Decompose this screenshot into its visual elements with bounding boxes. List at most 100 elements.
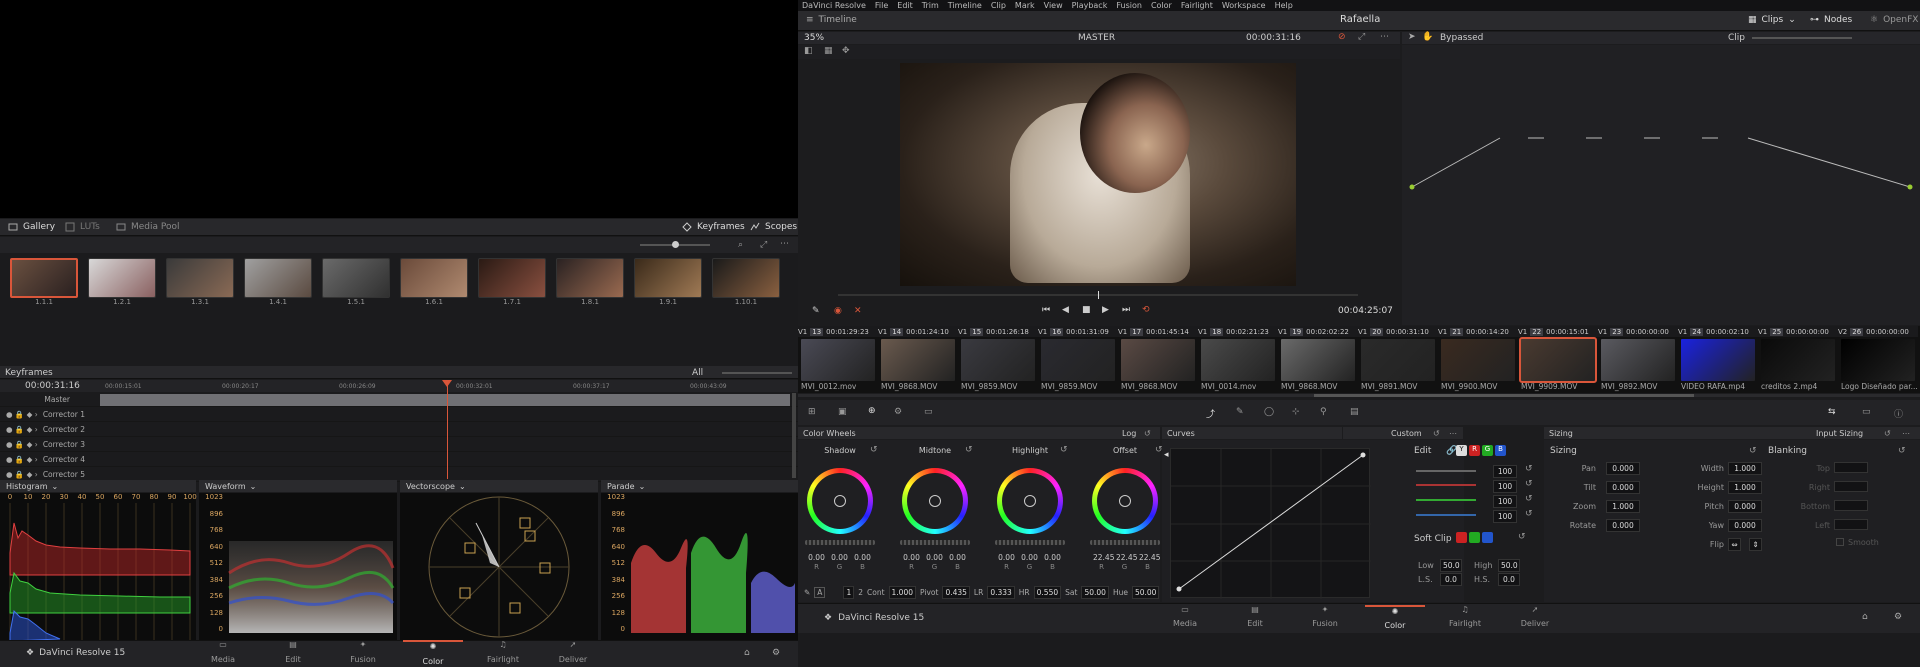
g-intensity-field[interactable]: 100 <box>1493 495 1517 508</box>
page-deliver[interactable]: ➚ Deliver <box>543 640 603 667</box>
keyframe-playhead[interactable] <box>447 381 448 479</box>
search-icon[interactable]: ⌕ <box>738 240 743 250</box>
reset-icon[interactable]: ↺ <box>1525 479 1533 489</box>
lock-icon[interactable]: ● 🔒 ◆ › <box>6 455 38 464</box>
window-icon[interactable]: ◯ <box>1264 407 1274 417</box>
menu-item[interactable]: Edit <box>897 1 913 10</box>
smooth-checkbox[interactable] <box>1836 538 1844 546</box>
page-fairlight[interactable]: ♫ Fairlight <box>473 640 533 667</box>
sizing-icon[interactable]: ⇆ <box>1828 407 1836 417</box>
reset-icon[interactable]: ↺ <box>1525 509 1533 519</box>
qualifier-icon[interactable]: ✎ <box>1236 407 1244 417</box>
b-intensity-field[interactable]: 100 <box>1493 510 1517 523</box>
offset-wheel[interactable] <box>1092 468 1158 534</box>
node-zoom-slider[interactable] <box>1752 37 1852 39</box>
g-intensity-slider[interactable] <box>1416 499 1476 501</box>
menu-item[interactable]: Color <box>1151 1 1172 10</box>
clip-thumbnail[interactable] <box>1601 339 1675 381</box>
timeline-clip[interactable]: V1 22 00:00:15:01 MVI_9909.MOV <box>1518 326 1598 393</box>
channel-b-button[interactable]: B <box>1495 445 1506 456</box>
timeline-button[interactable]: ≡ Timeline <box>806 15 857 25</box>
loop-icon[interactable]: ⟲ <box>1142 305 1150 315</box>
playhead-marker-icon[interactable] <box>442 380 452 387</box>
timeline-clip[interactable]: V1 15 00:01:26:18 MVI_9859.MOV <box>958 326 1038 393</box>
menu-item[interactable]: Clip <box>991 1 1006 10</box>
clip-thumbnail[interactable] <box>1681 339 1755 381</box>
value-r[interactable]: 0.00 <box>808 553 825 562</box>
master-wheel-slider[interactable] <box>805 540 875 545</box>
clips-button[interactable]: ▦ Clips ⌄ <box>1748 15 1796 25</box>
clip-thumbnail[interactable] <box>961 339 1035 381</box>
menu-item[interactable]: Fusion <box>1116 1 1142 10</box>
value-b[interactable]: 0.00 <box>1044 553 1061 562</box>
tab-luts[interactable]: LUTs <box>65 222 100 232</box>
tab-keyframes[interactable]: Keyframes <box>682 222 745 232</box>
contrast-field[interactable]: 1.000 <box>888 585 917 599</box>
tilt-field[interactable]: 0.000 <box>1606 481 1640 494</box>
soft-clip-b-button[interactable] <box>1482 532 1493 543</box>
wheel-center-handle[interactable] <box>1024 495 1036 507</box>
timeline-clip[interactable]: V1 23 00:00:00:00 MVI_9892.MOV <box>1598 326 1678 393</box>
reset-icon[interactable]: ↺ <box>1749 446 1757 456</box>
master-wheel-slider[interactable] <box>995 540 1065 545</box>
page-2-button[interactable]: 2 <box>858 588 863 597</box>
flip-vertical-icon[interactable]: ⇕ <box>1749 538 1762 551</box>
master-wheel-slider[interactable] <box>900 540 970 545</box>
camera-raw-icon[interactable]: ⊞ <box>808 407 816 417</box>
home-icon[interactable]: ⌂ <box>744 648 750 658</box>
clip-thumbnail[interactable] <box>881 339 955 381</box>
menu-item[interactable]: Playback <box>1072 1 1108 10</box>
viewer-title[interactable]: MASTER <box>1078 33 1115 43</box>
curve-graph[interactable] <box>1170 448 1371 599</box>
yaw-field[interactable]: 0.000 <box>1728 519 1762 532</box>
shadow-wheel[interactable] <box>807 468 873 534</box>
gallery-still[interactable] <box>478 258 546 298</box>
tab-scopes[interactable]: Scopes <box>750 222 797 232</box>
soft-clip-g-button[interactable] <box>1469 532 1480 543</box>
timeline-clip[interactable]: V2 26 00:00:00:00 Logo Diseñado par... <box>1838 326 1918 393</box>
lock-icon[interactable]: ● 🔒 ◆ › <box>6 470 38 479</box>
auto-balance-button[interactable]: A <box>814 586 826 598</box>
menu-item[interactable]: Help <box>1275 1 1293 10</box>
bypass-icon[interactable]: ⊘ <box>1338 32 1346 42</box>
step-back-icon[interactable]: ◀ <box>1062 305 1069 315</box>
value-r[interactable]: 0.00 <box>903 553 920 562</box>
page-color[interactable]: ✺ Color <box>1365 605 1425 632</box>
hand-icon[interactable]: ✋ <box>1422 32 1433 42</box>
gallery-still[interactable] <box>244 258 312 298</box>
width-field[interactable]: 1.000 <box>1728 462 1762 475</box>
wheel-center-handle[interactable] <box>1119 495 1131 507</box>
height-field[interactable]: 1.000 <box>1728 481 1762 494</box>
node-mode-select[interactable]: Clip <box>1728 33 1745 43</box>
timeline-clip[interactable]: V1 14 00:01:24:10 MVI_9868.MOV <box>878 326 958 393</box>
midtone-wheel[interactable] <box>902 468 968 534</box>
more-options-icon[interactable]: ⋯ <box>1902 429 1910 438</box>
clip-thumbnail[interactable] <box>1281 339 1355 381</box>
timeline-clip[interactable]: V1 20 00:00:31:10 MVI_9891.MOV <box>1358 326 1438 393</box>
scroll-thumb[interactable] <box>1314 394 1694 397</box>
lock-icon[interactable]: ● 🔒 ◆ › <box>6 425 38 434</box>
r-intensity-field[interactable]: 100 <box>1493 480 1517 493</box>
page-color[interactable]: ✺ Color <box>403 640 463 667</box>
blanking-right-field[interactable] <box>1834 481 1868 492</box>
keyframe-row[interactable]: ● 🔒 ◆ › Corrector 3 <box>0 438 798 452</box>
reset-icon[interactable]: ↺ <box>1525 494 1533 504</box>
soft-clip-low-field[interactable]: 50.0 <box>1440 559 1462 572</box>
clip-thumbnail[interactable] <box>1441 339 1515 381</box>
pivot-field[interactable]: 0.435 <box>942 585 970 599</box>
chevron-down-icon[interactable]: ⌄ <box>639 482 646 491</box>
value-g[interactable]: 22.45 <box>1116 553 1137 562</box>
value-g[interactable]: 0.00 <box>1021 553 1038 562</box>
reset-icon[interactable]: ↺ <box>965 445 973 455</box>
rgb-mixer-icon[interactable]: ⚙ <box>894 407 902 417</box>
timeline-clip[interactable]: V1 21 00:00:14:20 MVI_9900.MOV <box>1438 326 1518 393</box>
nodes-button[interactable]: ⊶ Nodes <box>1810 15 1852 25</box>
pitch-field[interactable]: 0.000 <box>1728 500 1762 513</box>
gallery-still[interactable] <box>634 258 702 298</box>
gallery-still[interactable] <box>10 258 78 298</box>
clip-thumbnail[interactable] <box>1519 337 1597 383</box>
soft-clip-hs-field[interactable]: 0.0 <box>1498 573 1520 586</box>
page-edit[interactable]: ▤ Edit <box>1225 605 1285 632</box>
page-1-button[interactable]: 1 <box>843 585 855 599</box>
more-options-icon[interactable]: ⋯ <box>1380 32 1389 42</box>
